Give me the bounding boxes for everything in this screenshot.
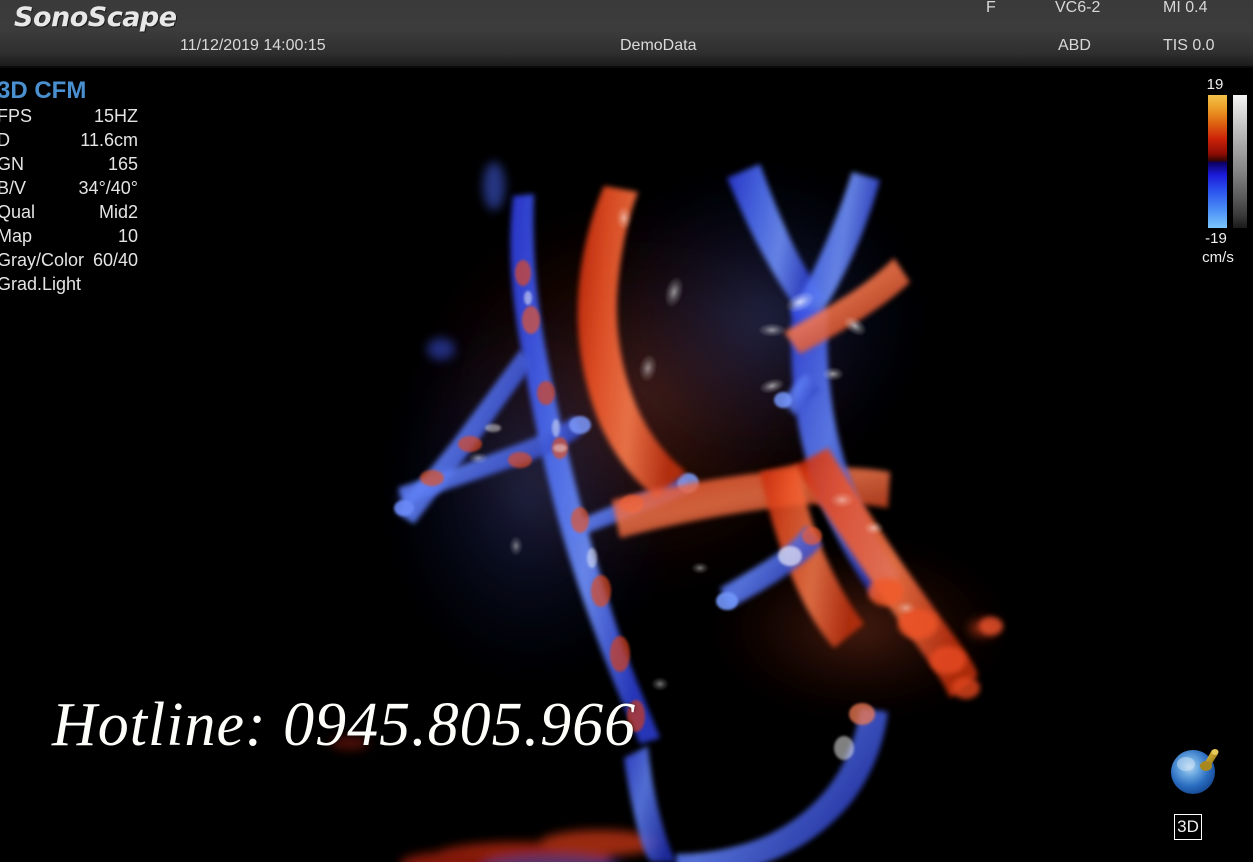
patient-name-label: DemoData	[620, 37, 697, 54]
mode-badge-3d[interactable]: 3D	[1174, 814, 1202, 840]
param-row-gain: GN 165	[0, 152, 138, 176]
brand-logo: SonoScape	[14, 2, 177, 33]
param-row-grad-light: Grad.Light	[0, 272, 138, 296]
param-row-depth: D 11.6cm	[0, 128, 138, 152]
param-value-depth: 11.6cm	[80, 130, 138, 150]
param-label-gain: GN	[0, 154, 24, 174]
header-divider	[0, 66, 1253, 68]
param-label-fps: FPS	[0, 106, 33, 126]
param-value-quality: Mid2	[98, 202, 138, 222]
param-value-map: 10	[117, 226, 138, 246]
param-value-fps: 15HZ	[93, 106, 138, 126]
param-label-map: Map	[0, 226, 33, 246]
colorbar-velocity-gradient	[1208, 95, 1227, 228]
param-label-depth: D	[0, 130, 10, 150]
imaging-parameter-panel: 3D CFM FPS 15HZ D 11.6cm GN 165 B/V 34°/…	[0, 78, 138, 296]
param-row-gray-color: Gray/Color 60/40	[0, 248, 138, 272]
top-status-bar: SonoScape 11/12/2019 14:00:15 DemoData F…	[0, 0, 1253, 66]
param-row-quality: Qual Mid2	[0, 200, 138, 224]
3d-orientation-sphere-icon[interactable]	[1166, 741, 1224, 799]
param-row-map: Map 10	[0, 224, 138, 248]
velocity-colorbar: 19 -19 cm/s	[1195, 76, 1253, 266]
thermal-index-label: TIS 0.0	[1163, 37, 1215, 54]
datetime-label: 11/12/2019 14:00:15	[180, 37, 326, 54]
param-label-bv-angle: B/V	[0, 178, 27, 198]
focus-indicator: F	[986, 0, 996, 16]
param-row-bv-angle: B/V 34°/40°	[0, 176, 138, 200]
param-value-gray-color: 60/40	[92, 250, 138, 270]
param-label-gray-color: Gray/Color	[0, 250, 85, 270]
application-preset-label: ABD	[1058, 37, 1091, 54]
param-row-fps: FPS 15HZ	[0, 104, 138, 128]
param-value-gain: 165	[107, 154, 138, 174]
colorbar-unit-label: cm/s	[1202, 249, 1234, 266]
param-label-grad-light: Grad.Light	[0, 274, 82, 294]
colorbar-max-velocity: 19	[1206, 76, 1224, 93]
param-label-quality: Qual	[0, 202, 36, 222]
mechanical-index-label: MI 0.4	[1163, 0, 1208, 16]
colorbar-min-velocity: -19	[1205, 230, 1227, 247]
param-value-bv-angle: 34°/40°	[78, 178, 138, 198]
hotline-watermark: Hotline: 0945.805.966	[52, 691, 637, 759]
imaging-mode-title: 3D CFM	[0, 77, 87, 104]
colorbar-grayscale-gradient	[1233, 95, 1247, 228]
probe-label: VC6-2	[1055, 0, 1101, 16]
ultrasound-screen: SonoScape 11/12/2019 14:00:15 DemoData F…	[0, 0, 1253, 862]
